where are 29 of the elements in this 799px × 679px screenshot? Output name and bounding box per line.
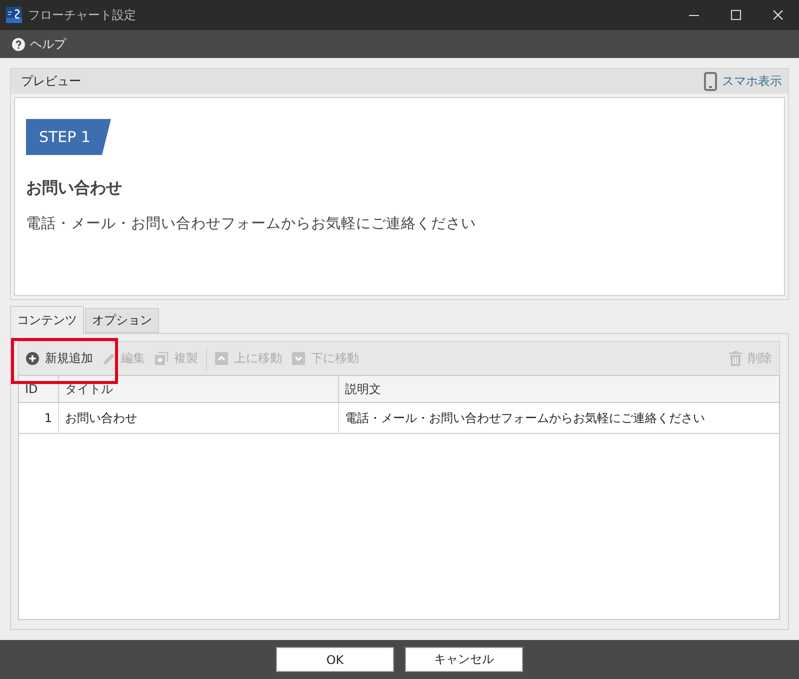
table-cell: 1: [19, 403, 59, 434]
minimize-icon: [689, 14, 699, 16]
help-icon: [12, 38, 25, 50]
plus-circle-icon: [26, 352, 39, 365]
table-cell: お問い合わせ: [59, 403, 339, 434]
maximize-icon: [731, 10, 741, 20]
preview-title: プレビュー: [21, 73, 81, 90]
column-header[interactable]: タイトル: [59, 376, 339, 403]
tab[interactable]: コンテンツ: [10, 306, 84, 334]
app-logo-icon: [6, 7, 22, 23]
preview-description: 電話・メール・お問い合わせフォームからお気軽にご連絡ください: [26, 215, 476, 233]
preview-heading: お問い合わせ: [26, 178, 122, 199]
copy-icon: [155, 352, 168, 365]
trash-icon: [729, 351, 742, 366]
chevron-down-icon: [292, 352, 305, 365]
tab[interactable]: オプション: [85, 308, 159, 333]
toolbar-button[interactable]: 新規追加: [21, 344, 98, 372]
cancel-button[interactable]: キャンセル: [405, 647, 523, 672]
close-icon: [773, 10, 783, 20]
window-title: フローチャート設定: [28, 6, 137, 24]
smartphone-icon: [704, 72, 717, 91]
pencil-icon: [103, 352, 115, 364]
ok-button[interactable]: OK: [276, 647, 394, 672]
step-badge: STEP 1: [26, 119, 111, 155]
help-menu-item[interactable]: ヘルプ: [10, 32, 68, 56]
column-header[interactable]: 説明文: [339, 376, 779, 403]
mobile-view-button[interactable]: スマホ表示: [704, 72, 782, 91]
chevron-up-icon: [215, 352, 228, 365]
table-cell: 電話・メール・お問い合わせフォームからお気軽にご連絡ください: [339, 403, 779, 434]
